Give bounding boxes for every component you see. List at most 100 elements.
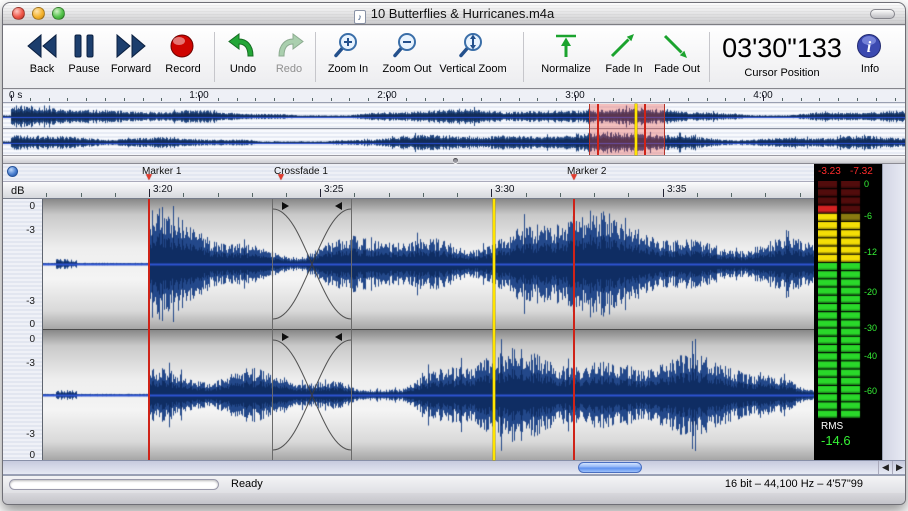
ruler-tick bbox=[149, 189, 150, 197]
undo-icon bbox=[226, 30, 260, 62]
ruler-tick bbox=[631, 98, 632, 101]
ruler-badge-icon[interactable] bbox=[7, 166, 18, 177]
back-icon bbox=[25, 30, 59, 62]
channel-divider bbox=[43, 329, 814, 330]
overview-waveform-canvas bbox=[3, 130, 906, 155]
overview-timeline-ruler[interactable]: 0 s 1:00 2:00 3:00 4:00 bbox=[3, 90, 906, 103]
ruler-tick bbox=[526, 193, 527, 197]
marker-triangle-icon[interactable]: ▼ bbox=[569, 172, 579, 183]
info-button[interactable]: i Info bbox=[845, 30, 895, 75]
ruler-tick bbox=[331, 98, 332, 101]
zoom-out-icon bbox=[390, 30, 424, 62]
ruler-tick bbox=[650, 98, 651, 101]
ruler-tick bbox=[763, 95, 764, 101]
close-button[interactable] bbox=[12, 7, 25, 20]
info-icon: i bbox=[853, 30, 887, 62]
marker-1-line[interactable] bbox=[148, 199, 150, 460]
undo-button[interactable]: Undo bbox=[218, 30, 268, 75]
fade-in-button[interactable]: Fade In bbox=[597, 30, 651, 75]
crossfade-handle-icon bbox=[335, 202, 342, 210]
overview-selection-region[interactable] bbox=[589, 104, 665, 155]
level-meter-panel: -3.23 -7.32 0 -6 -12 -20 -30 -40 -60 RMS… bbox=[814, 164, 882, 460]
forward-icon bbox=[114, 30, 148, 62]
redo-button[interactable]: Redo bbox=[265, 30, 313, 75]
ruler-tick bbox=[161, 98, 162, 101]
ruler-tick bbox=[876, 98, 877, 101]
crossfade-handle-icon bbox=[282, 202, 289, 210]
ruler-tick bbox=[725, 98, 726, 101]
ruler-tick bbox=[594, 193, 595, 197]
scrollbar-thumb[interactable] bbox=[578, 462, 642, 473]
ruler-tick bbox=[199, 95, 200, 101]
cursor-position-label: Cursor Position bbox=[711, 67, 853, 79]
scroll-right-button[interactable]: ▶ bbox=[892, 461, 906, 474]
ruler-tick bbox=[86, 98, 87, 101]
ruler-tick bbox=[697, 193, 698, 197]
fade-out-icon bbox=[660, 30, 694, 62]
ruler-tick bbox=[782, 98, 783, 101]
marker-triangle-icon[interactable]: ▼ bbox=[276, 172, 286, 183]
ruler-tick bbox=[49, 98, 50, 101]
db-scale-label: 0 bbox=[29, 319, 35, 330]
status-bar: Ready 16 bit – 44,100 Hz – 4'57"99 bbox=[3, 475, 906, 493]
playback-cursor-line[interactable] bbox=[493, 199, 495, 460]
zoom-window-button[interactable] bbox=[52, 7, 65, 20]
fade-out-button[interactable]: Fade Out bbox=[648, 30, 706, 75]
vertical-zoom-icon bbox=[456, 30, 490, 62]
overview-cursor-line bbox=[635, 104, 637, 155]
normalize-button[interactable]: Normalize bbox=[530, 30, 602, 75]
minimize-button[interactable] bbox=[32, 7, 45, 20]
fade-out-label: Fade Out bbox=[648, 63, 706, 75]
ruler-tick bbox=[237, 98, 238, 101]
ruler-tick bbox=[491, 189, 492, 197]
toolbar-toggle-button[interactable] bbox=[870, 9, 895, 19]
crossfade-handle-icon bbox=[282, 333, 289, 341]
horizontal-scrollbar[interactable]: ◀ ▶ bbox=[3, 460, 906, 475]
marker-strip[interactable] bbox=[3, 164, 814, 181]
overview-waveform-left[interactable] bbox=[3, 104, 906, 129]
ruler-tick bbox=[368, 98, 369, 101]
ruler-tick bbox=[744, 98, 745, 101]
ruler-tick bbox=[575, 95, 576, 101]
vertical-zoom-button[interactable]: Vertical Zoom bbox=[431, 30, 515, 75]
toolbar: Back Pause Forward Record bbox=[3, 26, 905, 89]
ruler-tick bbox=[857, 98, 858, 101]
toolbar-separator bbox=[315, 32, 316, 82]
fade-in-icon bbox=[607, 30, 641, 62]
zoom-in-button[interactable]: Zoom In bbox=[319, 30, 377, 75]
marker-triangle-icon[interactable]: ▼ bbox=[144, 172, 154, 183]
ruler-tick bbox=[594, 98, 595, 101]
title-bar[interactable]: ♪10 Butterflies & Hurricanes.m4a bbox=[3, 3, 905, 25]
pause-button[interactable]: Pause bbox=[60, 30, 108, 75]
crossfade-region[interactable] bbox=[272, 199, 352, 460]
ruler-tick bbox=[218, 193, 219, 197]
overview-waveform-canvas bbox=[3, 104, 906, 129]
ruler-tick bbox=[613, 98, 614, 101]
ruler-tick bbox=[895, 98, 896, 101]
vertical-zoom-label: Vertical Zoom bbox=[431, 63, 515, 75]
ruler-tick bbox=[688, 98, 689, 101]
pane-splitter[interactable] bbox=[3, 155, 906, 164]
splitter-grip-icon bbox=[453, 158, 458, 163]
db-scale-label: -3 bbox=[26, 429, 35, 440]
svg-text:i: i bbox=[867, 39, 872, 56]
scroll-left-button[interactable]: ◀ bbox=[878, 461, 892, 474]
waveform-channel-right[interactable] bbox=[43, 330, 814, 460]
peak-value-right: -7.32 bbox=[850, 166, 873, 177]
waveform-channel-left[interactable] bbox=[43, 199, 814, 329]
zoom-out-button[interactable]: Zoom Out bbox=[377, 30, 437, 75]
forward-button[interactable]: Forward bbox=[103, 30, 159, 75]
ruler-tick bbox=[819, 98, 820, 101]
overview-waveform-right[interactable] bbox=[3, 130, 906, 155]
meter-scale-label: -20 bbox=[864, 287, 877, 297]
ruler-time-label: 3:30 bbox=[495, 184, 514, 195]
record-button[interactable]: Record bbox=[155, 30, 211, 75]
ruler-tick bbox=[519, 98, 520, 101]
vertical-scrollbar-track[interactable] bbox=[882, 164, 906, 460]
scroll-left-icon: ◀ bbox=[882, 462, 889, 472]
marker-2-line[interactable] bbox=[573, 199, 575, 460]
window-title: ♪10 Butterflies & Hurricanes.m4a bbox=[3, 6, 905, 24]
main-time-ruler[interactable]: dB 3:20 3:25 3:30 3:35 bbox=[3, 181, 814, 199]
ruler-tick bbox=[389, 193, 390, 197]
meter-scale-label: 0 bbox=[864, 179, 869, 189]
